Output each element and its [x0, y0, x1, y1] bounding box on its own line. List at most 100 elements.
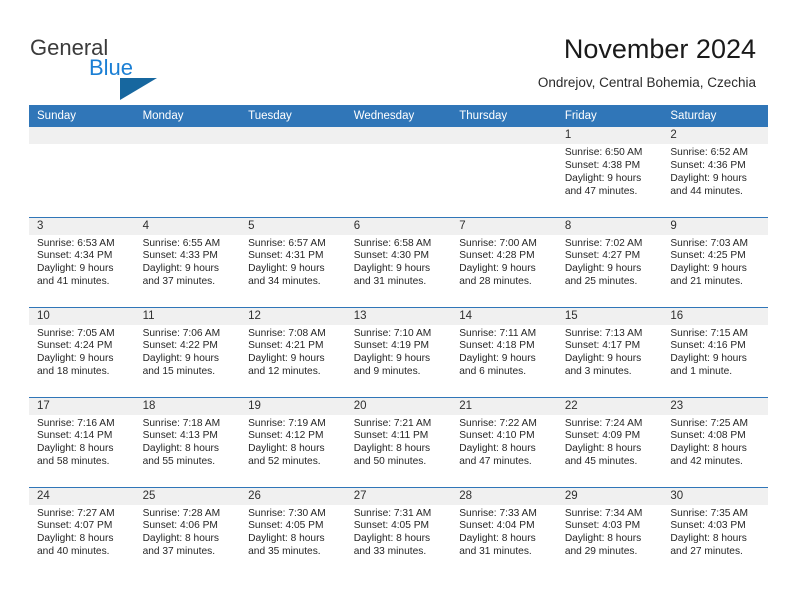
sun-info: Sunrise: 7:11 AM Sunset: 4:18 PM Daylight:… [451, 325, 557, 380]
calendar-cell-day[interactable]: 17 Sunrise: 7:16 AM Sunset: 4:14 PM Dayligh… [29, 396, 135, 487]
calendar-cell-day[interactable]: 10 Sunrise: 7:05 AM Sunset: 4:24 PM Dayligh… [29, 306, 135, 397]
calendar-body: 1 Sunrise: 6:50 AM Sunset: 4:38 PM Daylight… [29, 127, 768, 577]
day-number: 25 [134, 487, 241, 505]
sun-info: Sunrise: 7:13 AM Sunset: 4:17 PM Daylight:… [557, 325, 663, 380]
sunrise-text: Sunrise: 6:53 AM [37, 237, 115, 249]
calendar-cell-day[interactable]: 20 Sunrise: 7:21 AM Sunset: 4:11 PM Dayligh… [345, 396, 452, 487]
daylight-text-line1: Daylight: 9 hours [248, 353, 325, 365]
sun-info: Sunrise: 7:34 AM Sunset: 4:03 PM Daylight:… [557, 505, 663, 560]
calendar-cell-day[interactable]: 15 Sunrise: 7:13 AM Sunset: 4:17 PM Dayligh… [556, 306, 663, 397]
sun-info: Sunrise: 7:35 AM Sunset: 4:03 PM Daylight:… [662, 505, 768, 560]
daylight-text-line1: Daylight: 9 hours [353, 263, 431, 275]
calendar-cell-day[interactable]: 30 Sunrise: 7:35 AM Sunset: 4:03 PM Dayligh… [662, 486, 768, 577]
daylight-text-line1: Daylight: 9 hours [564, 353, 642, 365]
day-number: 1 [556, 127, 663, 144]
sun-info: Sunrise: 7:02 AM Sunset: 4:27 PM Daylight:… [557, 235, 663, 290]
sun-info: Sunrise: 7:18 AM Sunset: 4:13 PM Daylight:… [135, 415, 241, 470]
weekday-header-sunday: Sunday [29, 105, 135, 127]
brand-logo[interactable]: General Blue [30, 36, 220, 100]
day-number: 26 [240, 487, 346, 505]
sunset-text: Sunset: 4:11 PM [353, 430, 429, 442]
calendar-cell-day[interactable]: 1 Sunrise: 6:50 AM Sunset: 4:38 PM Daylight… [556, 127, 663, 217]
day-cell: 8 Sunrise: 7:02 AM Sunset: 4:27 PM Daylight… [556, 217, 663, 306]
calendar-cell-day[interactable]: 14 Sunrise: 7:11 AM Sunset: 4:18 PM Dayligh… [451, 306, 557, 397]
calendar-cell-day[interactable]: 12 Sunrise: 7:08 AM Sunset: 4:21 PM Dayligh… [240, 306, 346, 397]
calendar-cell-day[interactable]: 23 Sunrise: 7:25 AM Sunset: 4:08 PM Dayligh… [662, 396, 768, 487]
sunrise-text: Sunrise: 7:31 AM [353, 507, 432, 519]
sunrise-text: Sunrise: 7:15 AM [670, 327, 748, 339]
calendar-cell-day[interactable]: 16 Sunrise: 7:15 AM Sunset: 4:16 PM Dayligh… [662, 306, 768, 397]
calendar-week-row: 10 Sunrise: 7:05 AM Sunset: 4:24 PM Dayligh… [29, 306, 768, 397]
calendar-week-row: 1 Sunrise: 6:50 AM Sunset: 4:38 PM Daylight… [29, 127, 768, 217]
day-cell: 6 Sunrise: 6:58 AM Sunset: 4:30 PM Daylight… [345, 217, 452, 306]
calendar-cell-day[interactable]: 4 Sunrise: 6:55 AM Sunset: 4:33 PM Daylight… [134, 216, 241, 307]
sunset-text: Sunset: 4:31 PM [248, 250, 324, 262]
calendar-cell-day[interactable]: 27 Sunrise: 7:31 AM Sunset: 4:05 PM Dayligh… [345, 486, 452, 577]
calendar-cell-day[interactable]: 19 Sunrise: 7:19 AM Sunset: 4:12 PM Dayligh… [240, 396, 346, 487]
day-number: 10 [29, 307, 135, 325]
calendar-cell-day[interactable]: 26 Sunrise: 7:30 AM Sunset: 4:05 PM Dayligh… [240, 486, 346, 577]
day-cell: 30 Sunrise: 7:35 AM Sunset: 4:03 PM Dayligh… [662, 487, 768, 576]
calendar-cell-day[interactable]: 3 Sunrise: 6:53 AM Sunset: 4:34 PM Daylight… [29, 216, 135, 307]
day-cell: 14 Sunrise: 7:11 AM Sunset: 4:18 PM Dayligh… [451, 307, 557, 396]
calendar-cell-day[interactable]: 9 Sunrise: 7:03 AM Sunset: 4:25 PM Daylight… [662, 216, 768, 307]
day-number [134, 127, 241, 144]
daylight-text-line2: and 41 minutes. [37, 276, 110, 288]
calendar-cell-day[interactable]: 11 Sunrise: 7:06 AM Sunset: 4:22 PM Dayligh… [134, 306, 241, 397]
daylight-text-line2: and 1 minute. [670, 366, 733, 378]
sun-info: Sunrise: 7:25 AM Sunset: 4:08 PM Daylight:… [662, 415, 768, 470]
calendar-cell-day[interactable]: 29 Sunrise: 7:34 AM Sunset: 4:03 PM Dayligh… [556, 486, 663, 577]
daylight-text-line1: Daylight: 9 hours [670, 353, 747, 365]
day-cell: 10 Sunrise: 7:05 AM Sunset: 4:24 PM Dayligh… [29, 307, 135, 396]
weekday-header-tuesday: Tuesday [240, 105, 346, 127]
sunset-text: Sunset: 4:05 PM [248, 520, 324, 532]
sun-info: Sunrise: 7:28 AM Sunset: 4:06 PM Daylight:… [135, 505, 241, 560]
calendar-cell-day[interactable]: 25 Sunrise: 7:28 AM Sunset: 4:06 PM Dayligh… [134, 486, 241, 577]
sunset-text: Sunset: 4:34 PM [37, 250, 113, 262]
daylight-text-line2: and 55 minutes. [142, 456, 216, 468]
calendar-cell-day[interactable]: 18 Sunrise: 7:18 AM Sunset: 4:13 PM Dayligh… [134, 396, 241, 487]
calendar-cell-day[interactable]: 24 Sunrise: 7:27 AM Sunset: 4:07 PM Dayligh… [29, 486, 135, 577]
day-number [29, 127, 135, 144]
day-cell: 28 Sunrise: 7:33 AM Sunset: 4:04 PM Dayligh… [451, 487, 557, 576]
daylight-text-line1: Daylight: 9 hours [459, 353, 536, 365]
calendar-cell-day[interactable]: 13 Sunrise: 7:10 AM Sunset: 4:19 PM Dayligh… [345, 306, 452, 397]
sunrise-text: Sunrise: 7:34 AM [564, 507, 643, 519]
calendar-cell-day[interactable]: 28 Sunrise: 7:33 AM Sunset: 4:04 PM Dayligh… [451, 486, 557, 577]
day-cell: 2 Sunrise: 6:52 AM Sunset: 4:36 PM Daylight… [662, 127, 768, 215]
sunset-text: Sunset: 4:27 PM [564, 250, 641, 262]
daylight-text-line2: and 25 minutes. [564, 276, 638, 288]
daylight-text-line1: Daylight: 8 hours [37, 443, 114, 455]
calendar-cell-day[interactable]: 8 Sunrise: 7:02 AM Sunset: 4:27 PM Daylight… [556, 216, 663, 307]
day-cell: 1 Sunrise: 6:50 AM Sunset: 4:38 PM Daylight… [556, 127, 663, 215]
calendar-cell-day[interactable]: 5 Sunrise: 6:57 AM Sunset: 4:31 PM Daylight… [240, 216, 346, 307]
page-header: General Blue November 2024 Ondrejov, Cen… [0, 0, 792, 104]
day-number: 16 [662, 307, 768, 325]
calendar-cell-day[interactable]: 21 Sunrise: 7:22 AM Sunset: 4:10 PM Dayligh… [451, 396, 557, 487]
daylight-text-line1: Daylight: 9 hours [564, 263, 642, 275]
day-cell [29, 127, 135, 215]
calendar-cell-day[interactable]: 7 Sunrise: 7:00 AM Sunset: 4:28 PM Daylight… [451, 216, 557, 307]
sun-info: Sunrise: 6:58 AM Sunset: 4:30 PM Daylight:… [346, 235, 452, 290]
calendar-cell-day[interactable]: 22 Sunrise: 7:24 AM Sunset: 4:09 PM Dayligh… [556, 396, 663, 487]
day-number: 11 [134, 307, 241, 325]
daylight-text-line2: and 47 minutes. [564, 185, 638, 197]
daylight-text-line2: and 28 minutes. [459, 276, 532, 288]
calendar-cell-day[interactable]: 6 Sunrise: 6:58 AM Sunset: 4:30 PM Daylight… [345, 216, 452, 307]
sunrise-text: Sunrise: 7:35 AM [670, 507, 748, 519]
daylight-text-line2: and 40 minutes. [37, 546, 110, 558]
daylight-text-line1: Daylight: 8 hours [142, 443, 220, 455]
sunset-text: Sunset: 4:03 PM [564, 520, 641, 532]
page-title: November 2024 [563, 34, 756, 64]
sunset-text: Sunset: 4:05 PM [353, 520, 430, 532]
calendar-cell-day[interactable]: 2 Sunrise: 6:52 AM Sunset: 4:36 PM Daylight… [662, 127, 768, 217]
daylight-text-line1: Daylight: 8 hours [37, 533, 114, 545]
calendar-grid-container: Sunday Monday Tuesday Wednesday Thursday Frid… [29, 105, 768, 577]
sunset-text: Sunset: 4:08 PM [670, 430, 746, 442]
day-cell: 17 Sunrise: 7:16 AM Sunset: 4:14 PM Dayligh… [29, 397, 135, 486]
sunrise-text: Sunrise: 6:55 AM [142, 237, 221, 249]
daylight-text-line1: Daylight: 9 hours [142, 353, 220, 365]
daylight-text-line1: Daylight: 9 hours [670, 172, 747, 184]
sunset-text: Sunset: 4:12 PM [248, 430, 324, 442]
sun-info: Sunrise: 6:57 AM Sunset: 4:31 PM Daylight:… [240, 235, 346, 290]
